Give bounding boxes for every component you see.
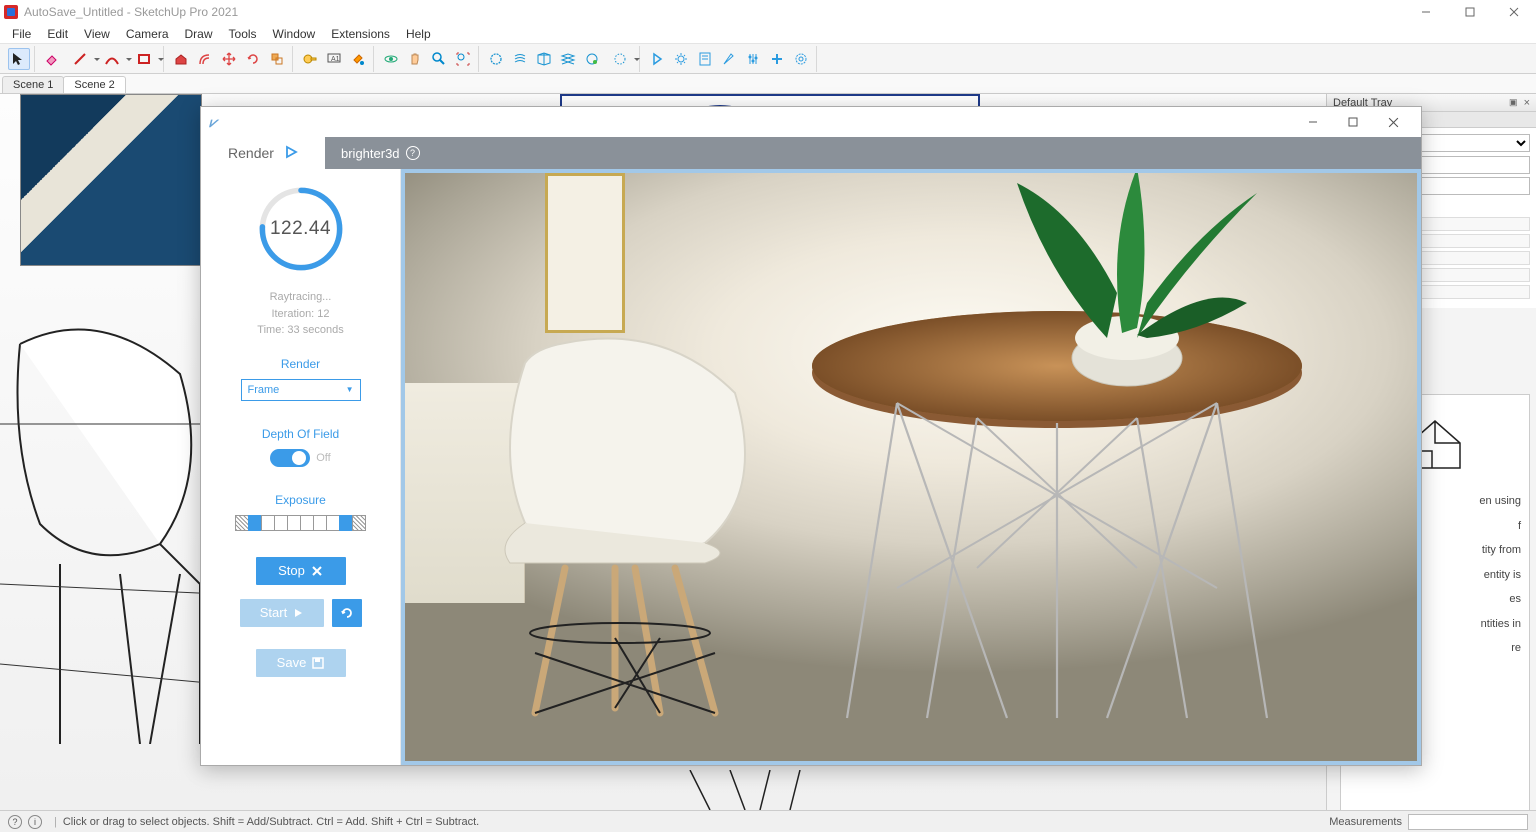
brighter3d-tab[interactable]: brighter3d ?	[325, 137, 436, 169]
tray-pin-icon[interactable]: ▣	[1509, 97, 1518, 108]
menu-extensions[interactable]: Extensions	[323, 25, 398, 43]
window-close-button[interactable]	[1492, 0, 1536, 24]
gauge-value: 122.44	[255, 183, 347, 275]
paint-tool-icon[interactable]	[347, 48, 369, 70]
solid-subtract-icon[interactable]	[557, 48, 579, 70]
tray-close-icon[interactable]: ×	[1524, 97, 1530, 109]
measurements-label: Measurements	[1329, 816, 1402, 828]
status-bar: ? i | Click or drag to select objects. S…	[0, 810, 1536, 832]
move-tool-icon[interactable]	[218, 48, 240, 70]
render-tab[interactable]: Render	[201, 137, 325, 169]
tape-tool-icon[interactable]	[299, 48, 321, 70]
render-mode-value: Frame	[248, 384, 280, 396]
scene-tab-1[interactable]: Scene 1	[2, 76, 64, 93]
line-tool-icon[interactable]	[65, 48, 95, 70]
orbit-tool-icon[interactable]	[380, 48, 402, 70]
brighter3d-logo-icon: ⩗	[209, 114, 225, 130]
solid-trim-icon[interactable]	[581, 48, 603, 70]
render-close-button[interactable]	[1373, 108, 1413, 136]
start-button[interactable]: Start	[240, 599, 324, 627]
solid-outer-icon[interactable]	[485, 48, 507, 70]
dof-toggle[interactable]	[270, 449, 310, 467]
pan-tool-icon[interactable]	[404, 48, 426, 70]
render-tab-label: Render	[228, 145, 274, 161]
brighter3d-tab-label: brighter3d	[341, 146, 400, 161]
pushpull-tool-icon[interactable]	[170, 48, 192, 70]
chair-wireframe	[0, 244, 220, 744]
menu-help[interactable]: Help	[398, 25, 439, 43]
render-output-image	[405, 173, 1417, 761]
render-viewport-frame	[401, 169, 1421, 765]
plant-render	[987, 173, 1267, 393]
render-window-titlebar[interactable]: ⩗	[201, 107, 1421, 137]
vray-cloud-icon[interactable]	[790, 48, 812, 70]
vray-add-icon[interactable]	[766, 48, 788, 70]
render-mode-label: Render	[281, 357, 320, 371]
main-toolbar: A1	[0, 44, 1536, 74]
measurements-input[interactable]	[1408, 814, 1528, 830]
chevron-down-icon: ▼	[346, 385, 354, 394]
menu-tools[interactable]: Tools	[221, 25, 265, 43]
svg-text:A1: A1	[331, 56, 340, 63]
vray-play-icon[interactable]	[646, 48, 668, 70]
solid-intersect-icon[interactable]	[509, 48, 531, 70]
scale-tool-icon[interactable]	[266, 48, 288, 70]
render-sidebar: 122.44 Raytracing... Iteration: 12 Time:…	[201, 169, 401, 765]
vray-settings-icon[interactable]	[670, 48, 692, 70]
play-icon	[284, 145, 298, 162]
zoom-tool-icon[interactable]	[428, 48, 450, 70]
chair-render	[465, 313, 805, 733]
render-mode-select[interactable]: Frame ▼	[241, 379, 361, 401]
render-iteration-line: Iteration: 12	[257, 306, 343, 323]
render-window: ⩗ Render brighter3d ? 122.44 R	[200, 106, 1422, 766]
dof-state: Off	[316, 452, 330, 464]
shape-tool-icon[interactable]	[129, 48, 159, 70]
menu-view[interactable]: View	[76, 25, 118, 43]
menu-edit[interactable]: Edit	[39, 25, 76, 43]
offset-tool-icon[interactable]	[194, 48, 216, 70]
dof-label: Depth Of Field	[262, 427, 339, 441]
window-title-bar: AutoSave_Untitled - SketchUp Pro 2021	[0, 0, 1536, 24]
vray-asset-icon[interactable]	[694, 48, 716, 70]
help-hint-icon[interactable]: ?	[8, 815, 22, 829]
render-minimize-button[interactable]	[1293, 108, 1333, 136]
render-status-line: Raytracing...	[257, 289, 343, 306]
solid-split-icon[interactable]	[605, 48, 635, 70]
text-tool-icon[interactable]: A1	[323, 48, 345, 70]
scene-tab-2[interactable]: Scene 2	[63, 76, 125, 93]
select-tool-icon[interactable]	[8, 48, 30, 70]
render-tabbar: Render brighter3d ?	[201, 137, 1421, 169]
eraser-tool-icon[interactable]	[41, 48, 63, 70]
vray-light-icon[interactable]	[718, 48, 740, 70]
menu-camera[interactable]: Camera	[118, 25, 177, 43]
table-wireframe	[670, 770, 820, 810]
scene-tabs: Scene 1 Scene 2	[0, 74, 1536, 94]
info-hint-icon[interactable]: i	[28, 815, 42, 829]
app-logo-icon	[4, 5, 18, 19]
help-icon[interactable]: ?	[406, 146, 420, 160]
window-maximize-button[interactable]	[1448, 0, 1492, 24]
menu-file[interactable]: File	[4, 25, 39, 43]
arc-tool-icon[interactable]	[97, 48, 127, 70]
window-title: AutoSave_Untitled - SketchUp Pro 2021	[24, 5, 238, 19]
refresh-button[interactable]	[332, 599, 362, 627]
menu-window[interactable]: Window	[265, 25, 324, 43]
save-button[interactable]: Save	[256, 649, 346, 677]
picture-frame-render	[545, 173, 625, 333]
menu-draw[interactable]: Draw	[177, 25, 221, 43]
progress-gauge: 122.44	[255, 183, 347, 275]
menu-bar: File Edit View Camera Draw Tools Window …	[0, 24, 1536, 44]
solid-union-icon[interactable]	[533, 48, 555, 70]
exposure-label: Exposure	[275, 493, 326, 507]
window-minimize-button[interactable]	[1404, 0, 1448, 24]
stop-button[interactable]: Stop	[256, 557, 346, 585]
vray-frame-icon[interactable]	[742, 48, 764, 70]
zoom-extents-icon[interactable]	[452, 48, 474, 70]
render-time-line: Time: 33 seconds	[257, 322, 343, 339]
exposure-slider[interactable]	[236, 515, 366, 531]
status-hint: Click or drag to select objects. Shift =…	[63, 816, 479, 828]
render-maximize-button[interactable]	[1333, 108, 1373, 136]
rotate-tool-icon[interactable]	[242, 48, 264, 70]
